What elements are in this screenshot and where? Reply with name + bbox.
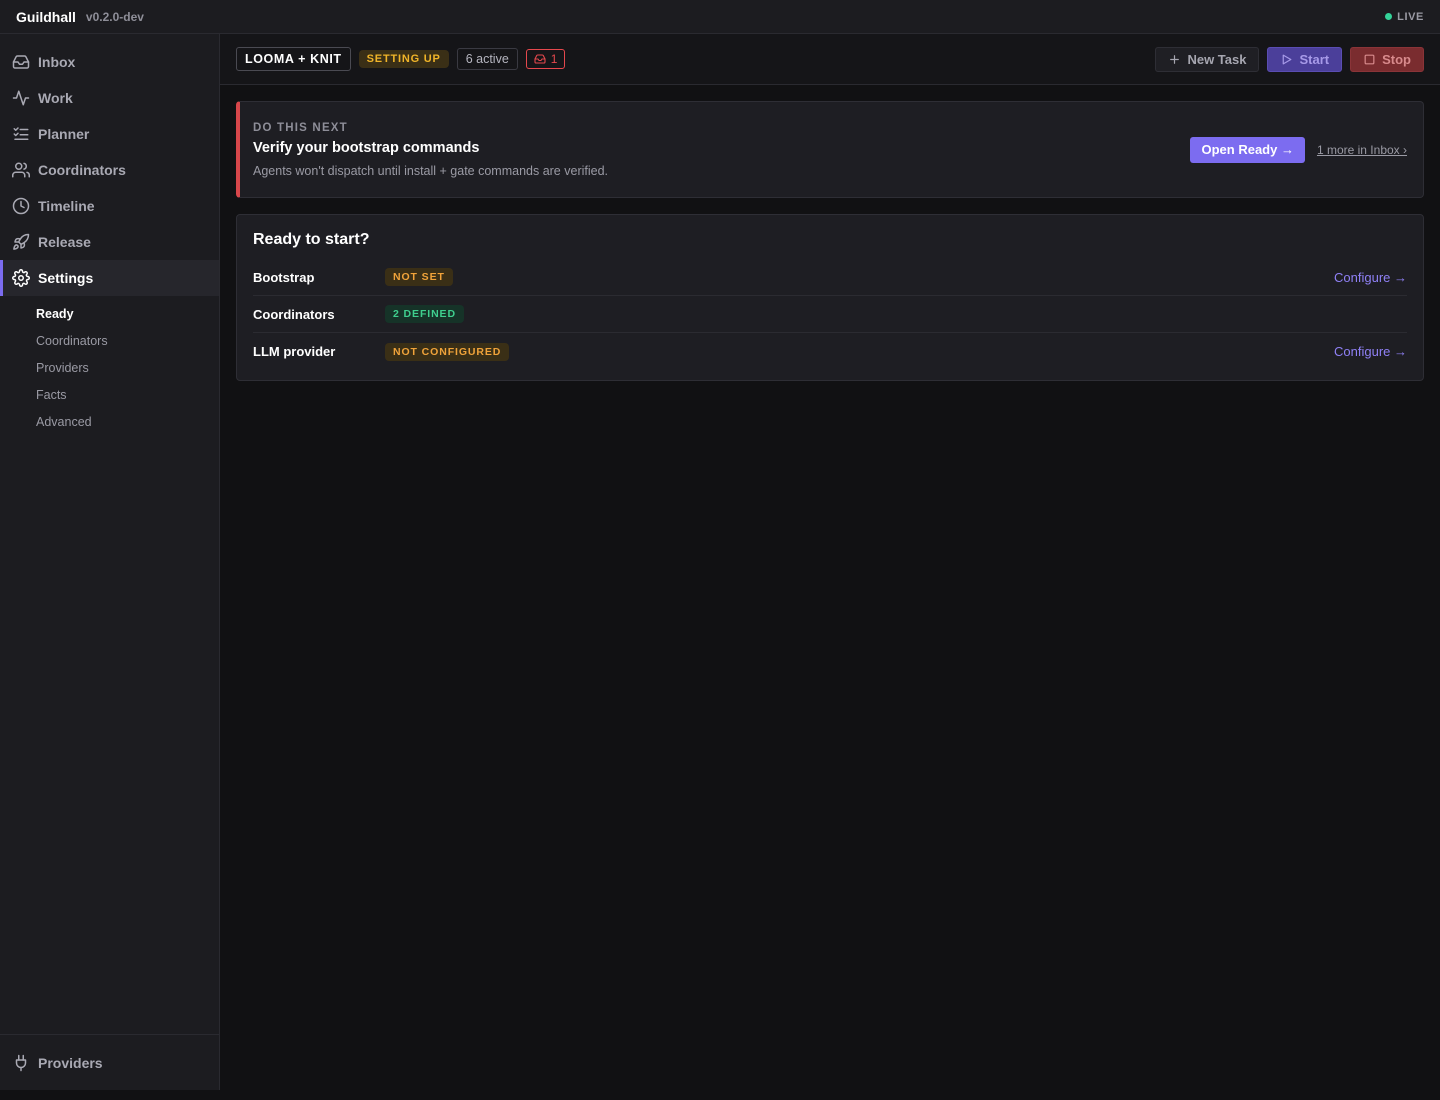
new-task-label: New Task — [1187, 51, 1247, 67]
project-status-badge: SETTING UP — [358, 50, 449, 68]
stop-icon — [1364, 54, 1375, 64]
stop-button[interactable]: Stop — [1350, 46, 1424, 72]
project-header: LOOMA + KNIT SETTING UP 6 active 1 New T… — [220, 34, 1440, 85]
new-task-button[interactable]: New Task — [1155, 46, 1260, 72]
play-icon — [1283, 54, 1292, 64]
ready-checklist-card: Ready to start? Bootstrap NOT SET Config… — [236, 214, 1424, 381]
next-action-title: Verify your bootstrap commands — [253, 139, 480, 156]
sidebar-footer-providers[interactable]: Providers — [0, 1034, 219, 1090]
row-label: Coordinators — [253, 306, 335, 322]
active-count: 6 active — [456, 48, 518, 70]
sidebar-item-label: Coordinators — [38, 162, 126, 178]
inbox-icon — [12, 53, 30, 71]
checklist-icon — [12, 125, 30, 143]
header-actions: New Task Start Stop — [1155, 46, 1424, 72]
app-name: Guildhall — [16, 8, 76, 25]
sidebar-nav: Inbox Work Planner Coordinators Timeline — [0, 34, 219, 296]
sidebar: Inbox Work Planner Coordinators Timeline — [0, 34, 220, 1090]
sidebar-item-planner[interactable]: Planner — [0, 116, 219, 152]
start-button[interactable]: Start — [1267, 46, 1343, 72]
rocket-icon — [12, 233, 30, 251]
subnav-item-coordinators[interactable]: Coordinators — [36, 327, 219, 354]
plug-icon — [12, 1054, 30, 1072]
next-action-card: DO THIS NEXT Verify your bootstrap comma… — [236, 101, 1424, 198]
sidebar-item-label: Planner — [38, 126, 90, 142]
content: DO THIS NEXT Verify your bootstrap comma… — [220, 85, 1440, 397]
checklist-row-llm-provider: LLM provider NOT CONFIGURED Configure → — [253, 333, 1407, 370]
subnav-item-advanced[interactable]: Advanced — [36, 408, 219, 435]
sidebar-footer-label: Providers — [38, 1054, 103, 1071]
inbox-count: 1 — [550, 52, 558, 66]
sidebar-item-inbox[interactable]: Inbox — [0, 44, 219, 80]
sidebar-item-work[interactable]: Work — [0, 80, 219, 116]
row-label: LLM provider — [253, 344, 336, 359]
configure-llm-provider-link[interactable]: Configure → — [1334, 344, 1407, 359]
next-action-eyebrow: DO THIS NEXT — [253, 121, 348, 134]
live-dot-icon — [1385, 13, 1393, 20]
sidebar-item-settings[interactable]: Settings — [0, 260, 219, 296]
sidebar-item-label: Inbox — [38, 54, 76, 70]
sidebar-item-label: Settings — [38, 270, 94, 286]
project-name: LOOMA + KNIT — [236, 47, 351, 71]
settings-subnav: Ready Coordinators Providers Facts Advan… — [0, 296, 219, 435]
sidebar-item-label: Timeline — [38, 198, 95, 214]
inbox-count-button[interactable]: 1 — [525, 49, 566, 69]
plus-icon — [1170, 54, 1180, 64]
checklist-row-bootstrap: Bootstrap NOT SET Configure → — [253, 259, 1407, 296]
main-area: LOOMA + KNIT SETTING UP 6 active 1 New T… — [220, 34, 1440, 1100]
open-ready-button[interactable]: Open Ready → — [1190, 136, 1305, 163]
app-version: v0.2.0-dev — [85, 9, 144, 24]
next-action-description: Agents won't dispatch until install + ga… — [253, 163, 609, 178]
status-badge: 2 DEFINED — [385, 305, 464, 323]
stop-label: Stop — [1382, 51, 1411, 67]
start-label: Start — [1299, 51, 1330, 67]
status-badge: NOT CONFIGURED — [385, 342, 510, 361]
sidebar-item-label: Release — [38, 234, 91, 250]
users-icon — [12, 161, 30, 179]
gear-icon — [12, 269, 30, 287]
row-label: Bootstrap — [253, 269, 315, 285]
top-bar: Guildhall v0.2.0-dev LIVE — [0, 0, 1440, 34]
sidebar-item-timeline[interactable]: Timeline — [0, 188, 219, 224]
sidebar-item-label: Work — [38, 90, 73, 106]
subnav-item-providers[interactable]: Providers — [36, 354, 219, 381]
inbox-icon — [534, 54, 546, 64]
live-indicator: LIVE — [1385, 11, 1424, 23]
configure-bootstrap-link[interactable]: Configure → — [1334, 270, 1407, 285]
next-action-text: DO THIS NEXT Verify your bootstrap comma… — [253, 122, 1190, 178]
status-badge: NOT SET — [385, 268, 453, 286]
more-in-inbox-link[interactable]: 1 more in Inbox › — [1317, 143, 1407, 157]
subnav-item-facts[interactable]: Facts — [36, 381, 219, 408]
subnav-item-ready[interactable]: Ready — [36, 300, 219, 327]
checklist-row-coordinators: Coordinators 2 DEFINED — [253, 296, 1407, 333]
live-label: LIVE — [1397, 10, 1424, 23]
clock-icon — [12, 197, 30, 215]
sidebar-item-release[interactable]: Release — [0, 224, 219, 260]
ready-title: Ready to start? — [253, 231, 370, 248]
activity-icon — [12, 89, 30, 107]
sidebar-item-coordinators[interactable]: Coordinators — [0, 152, 219, 188]
